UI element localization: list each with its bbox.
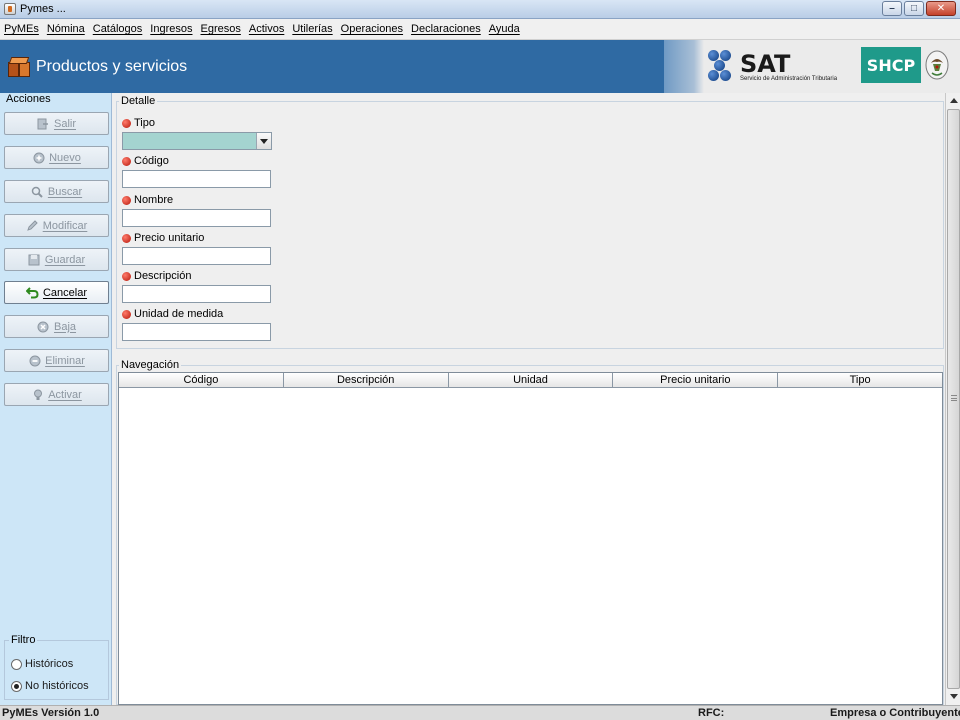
table-header: Código Descripción Unidad Precio unitari… bbox=[119, 373, 942, 388]
tipo-select[interactable] bbox=[122, 132, 272, 150]
historicos-label: Históricos bbox=[25, 658, 74, 670]
lightbulb-icon bbox=[31, 388, 44, 401]
navigation-title: Navegación bbox=[119, 359, 182, 371]
delete-icon bbox=[28, 354, 41, 367]
filter-group: Filtro Históricos No históricos bbox=[4, 634, 109, 700]
maximize-button[interactable]: □ bbox=[904, 1, 924, 16]
menu-declaraciones[interactable]: Declaraciones bbox=[411, 23, 481, 35]
column-header-precio-unitario[interactable]: Precio unitario bbox=[613, 373, 779, 387]
java-app-icon bbox=[4, 3, 16, 15]
menu-nomina[interactable]: Nómina bbox=[47, 23, 85, 35]
no-historicos-radio-option[interactable]: No históricos bbox=[11, 680, 89, 692]
save-icon bbox=[28, 253, 41, 266]
deactivate-button[interactable]: Baja bbox=[4, 315, 109, 338]
cancel-button[interactable]: Cancelar bbox=[4, 281, 109, 304]
exit-icon bbox=[37, 117, 50, 130]
main-panel: Detalle Tipo Código Nombre Precio unitar… bbox=[112, 93, 945, 705]
box-icon bbox=[8, 56, 30, 78]
menu-egresos[interactable]: Egresos bbox=[201, 23, 241, 35]
column-header-codigo[interactable]: Código bbox=[119, 373, 284, 387]
save-button[interactable]: Guardar bbox=[4, 248, 109, 271]
required-icon bbox=[122, 233, 131, 243]
menu-activos[interactable]: Activos bbox=[249, 23, 284, 35]
window-controls: – □ ✕ bbox=[882, 1, 956, 16]
menu-utilerias[interactable]: Utilerías bbox=[292, 23, 332, 35]
search-icon bbox=[31, 185, 44, 198]
required-icon bbox=[122, 271, 131, 281]
menu-catalogos[interactable]: Catálogos bbox=[93, 23, 143, 35]
detail-group: Detalle Tipo Código Nombre Precio unitar… bbox=[116, 95, 944, 349]
mexico-seal-icon bbox=[925, 50, 949, 80]
historicos-radio[interactable] bbox=[11, 658, 22, 670]
window-title: Pymes ... bbox=[20, 3, 66, 15]
chevron-down-icon[interactable] bbox=[256, 133, 271, 149]
unidad-medida-input[interactable] bbox=[122, 323, 271, 341]
descripcion-input[interactable] bbox=[122, 285, 271, 303]
actions-title: Acciones bbox=[4, 93, 53, 105]
filter-title: Filtro bbox=[9, 634, 38, 646]
sat-logo: SAT Servicio de Administración Tributari… bbox=[708, 48, 858, 88]
precio-unitario-input[interactable] bbox=[122, 247, 271, 265]
sat-dots-icon bbox=[708, 50, 738, 86]
required-icon bbox=[122, 156, 131, 166]
menu-operaciones[interactable]: Operaciones bbox=[341, 23, 403, 35]
pencil-icon bbox=[26, 219, 39, 232]
version-text: PyMEs Versión 1.0 bbox=[2, 707, 100, 719]
codigo-label: Código bbox=[122, 155, 169, 167]
shcp-logo: SHCP bbox=[861, 47, 921, 83]
activate-button[interactable]: Activar bbox=[4, 383, 109, 406]
new-icon bbox=[32, 151, 45, 164]
nombre-label: Nombre bbox=[122, 194, 173, 206]
sat-logo-text: SAT bbox=[740, 50, 791, 78]
scroll-up-icon[interactable] bbox=[947, 94, 960, 107]
precio-unitario-label: Precio unitario bbox=[122, 232, 204, 244]
empresa-label: Empresa o Contribuyente: bbox=[830, 707, 960, 719]
menu-ayuda[interactable]: Ayuda bbox=[489, 23, 520, 35]
minimize-button[interactable]: – bbox=[882, 1, 902, 16]
tipo-label: Tipo bbox=[122, 117, 155, 129]
no-historicos-label: No históricos bbox=[25, 680, 89, 692]
header-title-area: Productos y servicios bbox=[0, 40, 664, 93]
exit-button[interactable]: Salir bbox=[4, 112, 109, 135]
navigation-group: Navegación Código Descripción Unidad Pre… bbox=[116, 359, 944, 705]
menu-pymes[interactable]: PyMEs bbox=[4, 23, 39, 35]
page-title: Productos y servicios bbox=[36, 57, 188, 75]
required-icon bbox=[122, 309, 131, 319]
remove-icon bbox=[37, 320, 50, 333]
detail-title: Detalle bbox=[119, 95, 158, 107]
close-button[interactable]: ✕ bbox=[926, 1, 956, 16]
historicos-radio-option[interactable]: Históricos bbox=[11, 658, 73, 670]
scroll-thumb[interactable] bbox=[947, 109, 960, 689]
status-bar: PyMEs Versión 1.0 RFC: Empresa o Contrib… bbox=[0, 705, 960, 720]
column-header-unidad[interactable]: Unidad bbox=[449, 373, 614, 387]
new-button[interactable]: Nuevo bbox=[4, 146, 109, 169]
menu-bar: PyMEs Nómina Catálogos Ingresos Egresos … bbox=[0, 19, 960, 40]
scroll-down-icon[interactable] bbox=[947, 690, 960, 703]
codigo-input[interactable] bbox=[122, 170, 271, 188]
navigation-table[interactable]: Código Descripción Unidad Precio unitari… bbox=[118, 372, 943, 705]
vertical-scrollbar[interactable] bbox=[945, 93, 960, 705]
required-icon bbox=[122, 195, 131, 205]
actions-panel: Acciones Salir Nuevo Buscar Modificar Gu… bbox=[0, 93, 112, 705]
column-header-descripcion[interactable]: Descripción bbox=[284, 373, 449, 387]
search-button[interactable]: Buscar bbox=[4, 180, 109, 203]
grip-icon bbox=[951, 395, 957, 401]
required-icon bbox=[122, 118, 131, 128]
menu-ingresos[interactable]: Ingresos bbox=[150, 23, 192, 35]
modify-button[interactable]: Modificar bbox=[4, 214, 109, 237]
rfc-label: RFC: bbox=[698, 707, 725, 719]
window-titlebar: Pymes ... – □ ✕ bbox=[0, 0, 960, 19]
sat-subtitle: Servicio de Administración Tributaria bbox=[740, 76, 838, 82]
delete-button[interactable]: Eliminar bbox=[4, 349, 109, 372]
undo-arrow-icon bbox=[25, 286, 39, 299]
column-header-tipo[interactable]: Tipo bbox=[778, 373, 942, 387]
descripcion-label: Descripción bbox=[122, 270, 191, 282]
no-historicos-radio[interactable] bbox=[11, 680, 22, 692]
nombre-input[interactable] bbox=[122, 209, 271, 227]
unidad-medida-label: Unidad de medida bbox=[122, 308, 223, 320]
